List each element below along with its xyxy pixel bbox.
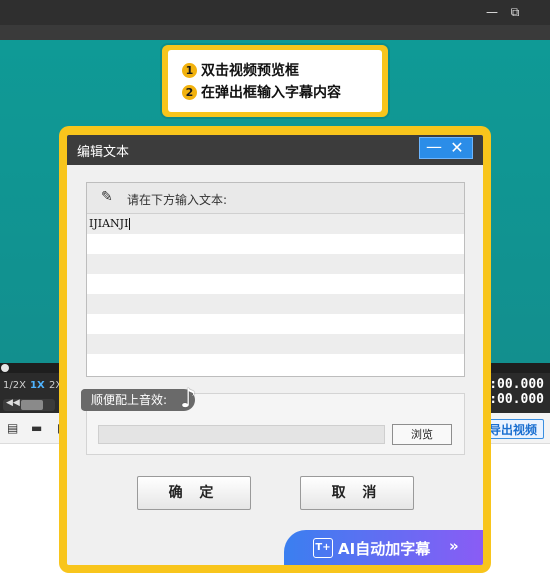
speed-1x[interactable]: 1X [30,380,45,391]
instruction-step-1: 1 双击视频预览框 [182,60,299,80]
ok-button[interactable]: 确 定 [137,476,251,510]
app-title-bar: — ⧉ [0,0,550,40]
dialog-title: 编辑文本 [77,145,130,160]
folder-icon[interactable]: ▬ [31,421,45,435]
dialog-title-bar: 编辑文本 — ✕ [67,135,483,165]
cancel-button[interactable]: 取 消 [300,476,414,510]
edit-text-dialog: 编辑文本 — ✕ ✎ 请在下方输入文本: IJIANJI 顺便配上音效: ♪ 浏… [67,135,483,565]
text-input-value[interactable]: IJIANJI [89,217,131,230]
step-number-badge: 2 [182,84,197,100]
close-icon[interactable]: ✕ [449,138,465,158]
sound-effect-panel: 顺便配上音效: ♪ 浏览 [81,384,465,455]
step-number-badge: 1 [182,62,197,78]
toolbar-strip [0,25,550,40]
minimize-icon[interactable]: — [484,4,500,20]
ai-auto-subtitle-button[interactable]: T+ AI自动加字幕 » [284,530,483,565]
subtitle-icon[interactable]: ▤ [7,421,21,435]
browse-button[interactable]: 浏览 [392,424,452,445]
text-caret [129,218,131,230]
step-text: 双击视频预览框 [201,63,299,79]
rewind-icon[interactable]: ◀◀ [6,398,20,408]
export-video-button[interactable]: 导出视频 [482,419,544,439]
music-note-icon: ♪ [180,384,197,414]
instruction-callout: 1 双击视频预览框 2 在弹出框输入字幕内容 [162,45,388,117]
speed-half[interactable]: 1/2X [3,380,26,391]
text-area-header: ✎ 请在下方输入文本: [87,183,464,214]
chevron-right-icon: » [449,537,459,555]
step-text: 在弹出框输入字幕内容 [201,85,341,101]
instruction-step-2: 2 在弹出框输入字幕内容 [182,82,341,102]
progress-knob[interactable] [1,364,9,372]
sound-effect-label: 顺便配上音效: [81,389,196,411]
text-prompt-label: 请在下方输入文本: [127,193,228,207]
minimize-icon[interactable]: — [426,138,442,158]
audio-path-field[interactable] [98,425,385,444]
ai-subtitle-icon: T+ [313,538,333,558]
ai-subtitle-label: AI自动加字幕 [338,540,431,558]
dialog-window-buttons: — ✕ [419,137,473,159]
restore-icon[interactable]: ⧉ [507,4,523,20]
slider-thumb[interactable] [21,400,43,410]
edit-icon: ✎ [101,189,113,205]
volume-slider[interactable]: ◀◀ [3,398,55,411]
subtitle-text-area[interactable]: ✎ 请在下方输入文本: IJIANJI [86,182,465,377]
